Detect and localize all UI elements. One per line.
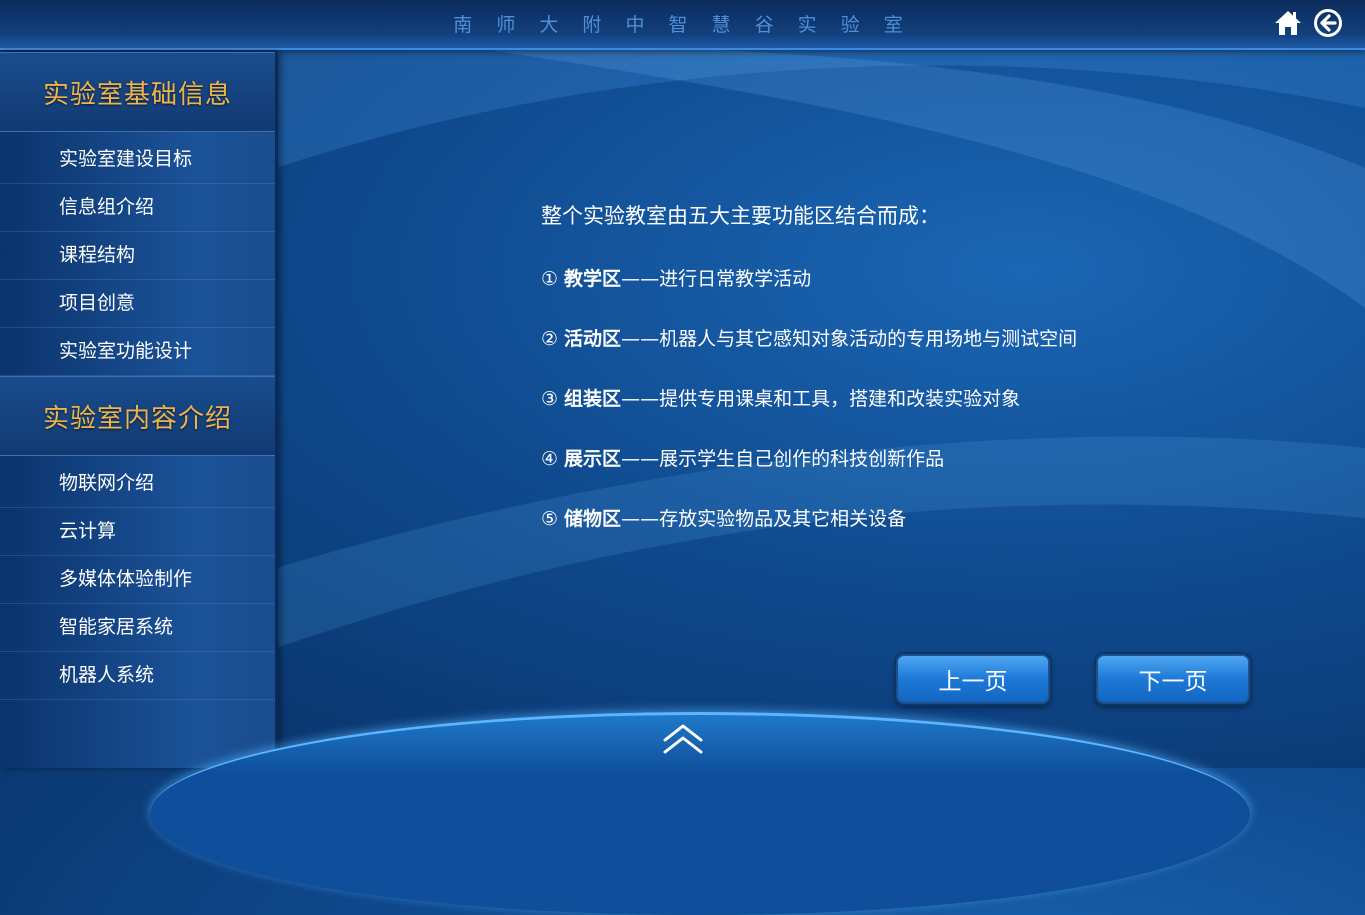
menu-item-construction-goal[interactable]: 实验室建设目标 — [0, 136, 275, 184]
zone-item: ② 活动区——机器人与其它感知对象活动的专用场地与测试空间 — [541, 324, 1301, 384]
zone-name: 展示区 — [564, 448, 622, 470]
zone-item: ④ 展示区——展示学生自己创作的科技创新作品 — [541, 444, 1301, 504]
section-heading-content-intro: 实验室内容介绍 — [0, 376, 275, 456]
chevron-up-icon[interactable] — [662, 722, 704, 756]
zone-description: ——提供专用课桌和工具，搭建和改装实验对象 — [621, 388, 1021, 410]
section-heading-basic-info: 实验室基础信息 — [0, 52, 275, 132]
menu-item-smart-home[interactable]: 智能家居系统 — [0, 604, 275, 652]
home-icon[interactable] — [1273, 8, 1303, 38]
app-title: 南 师 大 附 中 智 慧 谷 实 验 室 — [453, 14, 912, 36]
next-page-button[interactable]: 下一页 — [1096, 654, 1250, 704]
menu-item-multimedia[interactable]: 多媒体体验制作 — [0, 556, 275, 604]
zone-number: ④ — [541, 448, 559, 470]
main-content: 整个实验教室由五大主要功能区结合而成： ① 教学区——进行日常教学活动 ② 活动区—… — [541, 200, 1301, 564]
sidebar: 实验室基础信息 实验室建设目标 信息组介绍 课程结构 项目创意 实验室功能设计 … — [0, 52, 278, 768]
prev-page-button[interactable]: 上一页 — [896, 654, 1050, 704]
zone-number: ① — [541, 268, 559, 290]
zone-number: ② — [541, 328, 559, 350]
menu-item-course-structure[interactable]: 课程结构 — [0, 232, 275, 280]
back-arrow-icon[interactable] — [1313, 8, 1343, 38]
menu-item-iot[interactable]: 物联网介绍 — [0, 460, 275, 508]
zone-name: 教学区 — [564, 268, 622, 290]
zone-description: ——进行日常教学活动 — [621, 268, 812, 290]
zone-item: ③ 组装区——提供专用课桌和工具，搭建和改装实验对象 — [541, 384, 1301, 444]
zone-number: ③ — [541, 388, 559, 410]
zone-name: 组装区 — [564, 388, 622, 410]
menu-list-content-intro: 物联网介绍 云计算 多媒体体验制作 智能家居系统 机器人系统 — [0, 456, 275, 700]
menu-item-cloud-computing[interactable]: 云计算 — [0, 508, 275, 556]
zone-item: ⑤ 储物区——存放实验物品及其它相关设备 — [541, 504, 1301, 564]
menu-item-info-group[interactable]: 信息组介绍 — [0, 184, 275, 232]
zone-item: ① 教学区——进行日常教学活动 — [541, 264, 1301, 324]
menu-item-function-design[interactable]: 实验室功能设计 — [0, 328, 275, 376]
top-bar: 南 师 大 附 中 智 慧 谷 实 验 室 — [0, 0, 1365, 50]
menu-item-robot-system[interactable]: 机器人系统 — [0, 652, 275, 700]
intro-text: 整个实验教室由五大主要功能区结合而成： — [541, 204, 940, 228]
zone-number: ⑤ — [541, 508, 559, 530]
zone-description: ——存放实验物品及其它相关设备 — [621, 508, 907, 530]
zone-description: ——机器人与其它感知对象活动的专用场地与测试空间 — [621, 328, 1078, 350]
zone-name: 活动区 — [564, 328, 622, 350]
menu-list-basic-info: 实验室建设目标 信息组介绍 课程结构 项目创意 实验室功能设计 — [0, 132, 275, 376]
zone-description: ——展示学生自己创作的科技创新作品 — [621, 448, 945, 470]
zone-name: 储物区 — [564, 508, 622, 530]
menu-item-project-ideas[interactable]: 项目创意 — [0, 280, 275, 328]
